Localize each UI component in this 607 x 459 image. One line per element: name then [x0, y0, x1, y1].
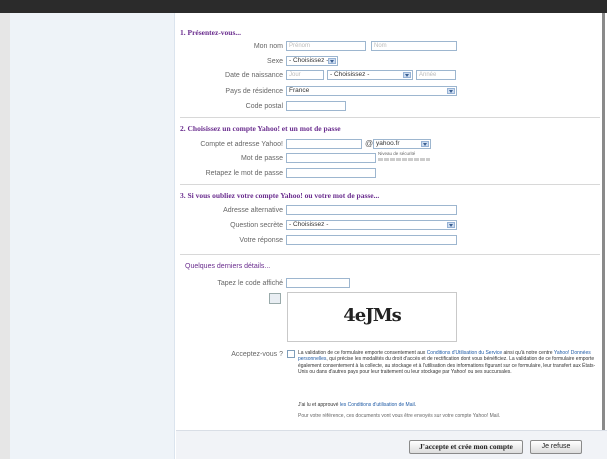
code-input[interactable] — [286, 278, 350, 288]
alt-label: Adresse alternative — [223, 207, 283, 214]
compte-label: Compte et adresse Yahoo! — [200, 141, 283, 148]
sexe-select[interactable]: - Choisissez - — [286, 56, 338, 66]
compte-input[interactable] — [286, 139, 362, 149]
accept-button[interactable]: J'accepte et crée mon compte — [409, 440, 523, 454]
cp-label: Code postal — [245, 103, 283, 110]
reponse-input[interactable] — [286, 235, 457, 245]
chevron-down-icon — [403, 72, 411, 78]
section-3-title: 3. Si vous oubliez votre compte Yahoo! o… — [180, 191, 380, 200]
page-frame: 1. Présentez-vous... Mon nom Prénom Nom … — [0, 0, 607, 459]
pays-value: France — [289, 87, 310, 94]
divider — [180, 184, 600, 185]
chevron-down-icon — [328, 58, 336, 64]
top-bar — [0, 0, 607, 13]
at-sign: @ — [365, 139, 374, 148]
retape-input[interactable] — [286, 168, 376, 178]
code-postal-input[interactable] — [286, 101, 346, 111]
pays-select[interactable]: France — [286, 86, 457, 96]
sexe-value: - Choisissez - — [289, 57, 329, 64]
securite-meter — [378, 158, 430, 161]
jour-input[interactable]: Jour — [286, 70, 324, 80]
chevron-down-icon — [447, 222, 455, 228]
divider — [180, 117, 600, 118]
question-value: - Choisissez - — [289, 221, 329, 228]
legal-text: La validation de ce formulaire emporte c… — [298, 350, 427, 356]
conditions-link[interactable]: Conditions d'Utilisation du Service — [427, 350, 502, 356]
captcha-text: 4eJMs — [343, 305, 402, 326]
prenom-input[interactable]: Prénom — [286, 41, 366, 51]
mois-select[interactable]: - Choisissez - — [327, 70, 413, 80]
legal-text: . — [414, 402, 417, 408]
domaine-value: yahoo.fr — [376, 140, 400, 147]
legal-text: ainsi qu'à notre centre — [502, 350, 554, 356]
question-select[interactable]: - Choisissez - — [286, 220, 457, 230]
scrollbar[interactable] — [602, 13, 605, 459]
refresh-captcha-icon[interactable] — [269, 293, 281, 304]
left-margin — [0, 13, 10, 459]
annee-input[interactable]: Année — [416, 70, 456, 80]
legal-text: , qui précise les modalités du droit d'a… — [298, 356, 596, 375]
nom-label: Mon nom — [253, 43, 283, 50]
securite-label: Niveau de sécurité — [378, 151, 416, 156]
nom-input[interactable]: Nom — [371, 41, 457, 51]
section-4-title: Quelques derniers détails... — [185, 263, 271, 270]
sexe-label: Sexe — [267, 58, 283, 65]
reponse-label: Votre réponse — [239, 237, 283, 244]
section-1-title: 1. Présentez-vous... — [180, 28, 242, 37]
conditions-mail-link[interactable]: les Conditions d'utilisation de Mail — [340, 402, 415, 408]
retape-label: Retapez le mot de passe — [205, 170, 283, 177]
legal-paragraph-1: La validation de ce formulaire emporte c… — [298, 350, 598, 375]
captcha-image: 4eJMs — [287, 292, 457, 342]
legal-paragraph-3: Pour votre référence, ces documents vont… — [298, 413, 501, 419]
chevron-down-icon — [421, 141, 429, 147]
accept-checkbox[interactable] — [287, 350, 295, 358]
chevron-down-icon — [447, 88, 455, 94]
pays-label: Pays de résidence — [225, 88, 283, 95]
mdp-input[interactable] — [286, 153, 376, 163]
mois-value: - Choisissez - — [330, 71, 370, 78]
accept-label: Acceptez-vous ? — [231, 351, 283, 358]
legal-paragraph-2: J'ai lu et approuvé les Conditions d'uti… — [298, 402, 598, 408]
side-panel — [10, 13, 175, 459]
code-label: Tapez le code affiché — [217, 280, 283, 287]
domaine-select[interactable]: yahoo.fr — [373, 139, 431, 149]
section-2-title: 2. Choisissez un compte Yahoo! et un mot… — [180, 124, 341, 133]
naissance-label: Date de naissance — [225, 72, 283, 79]
mdp-label: Mot de passe — [240, 155, 283, 162]
refuse-button[interactable]: Je refuse — [530, 440, 582, 454]
question-label: Question secrète — [230, 222, 283, 229]
legal-text: J'ai lu et approuvé — [298, 402, 340, 408]
divider — [180, 254, 600, 255]
adresse-alternative-input[interactable] — [286, 205, 457, 215]
